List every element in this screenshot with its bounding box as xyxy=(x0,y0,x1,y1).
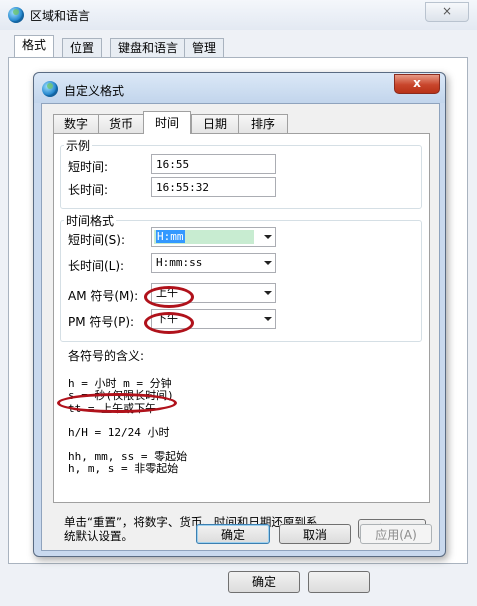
am-symbol-label: AM 符号(M): xyxy=(68,289,139,303)
tab-date[interactable]: 日期 xyxy=(191,114,239,134)
example-group-title: 示例 xyxy=(64,137,93,154)
symbol-meanings-title: 各符号的含义: xyxy=(68,349,145,363)
tab-numbers[interactable]: 数字 xyxy=(53,114,99,134)
pm-symbol-label: PM 符号(P): xyxy=(68,315,135,329)
globe-icon xyxy=(8,7,24,23)
dialog-title: 自定义格式 xyxy=(64,84,125,98)
annotation-circle-tt xyxy=(57,393,177,413)
customize-format-dialog: 自定义格式 x 数字 货币 时间 日期 排序 示例 短时间: 16:55 长时间… xyxy=(33,72,446,557)
example-long-time-field: 16:55:32 xyxy=(151,177,276,197)
tab-time[interactable]: 时间 xyxy=(143,111,191,134)
dialog-ok-button[interactable]: 确定 xyxy=(196,524,270,544)
outer-ok-button[interactable]: 确定 xyxy=(228,571,300,593)
outer-tab-location[interactable]: 位置 xyxy=(62,38,103,58)
dialog-apply-button[interactable]: 应用(A) xyxy=(360,524,432,544)
annotation-circle-pm xyxy=(144,312,194,334)
meaning-line: h, m, s = 非零起始 xyxy=(68,462,179,475)
outer-tab-format[interactable]: 格式 xyxy=(14,35,55,58)
example-long-label: 长时间: xyxy=(68,183,109,197)
tab-currency[interactable]: 货币 xyxy=(98,114,144,134)
chevron-down-icon xyxy=(264,317,272,321)
outer-window-title: 区域和语言 xyxy=(30,9,91,23)
globe-icon xyxy=(42,81,58,97)
close-icon: x xyxy=(413,76,421,90)
chevron-down-icon xyxy=(264,235,272,239)
time-tab-panel: 示例 短时间: 16:55 长时间: 16:55:32 时间格式 短时间(S):… xyxy=(53,133,430,503)
long-time-value: H:mm:ss xyxy=(156,256,203,269)
dialog-close-button[interactable]: x xyxy=(394,74,440,94)
outer-tab-admin[interactable]: 管理 xyxy=(184,38,225,58)
short-time-label: 短时间(S): xyxy=(68,233,126,247)
dialog-titlebar: 自定义格式 x xyxy=(34,73,445,103)
time-format-group-title: 时间格式 xyxy=(64,212,117,229)
close-icon: × xyxy=(441,4,453,18)
chevron-down-icon xyxy=(264,291,272,295)
outer-cancel-button[interactable] xyxy=(308,571,370,593)
example-short-label: 短时间: xyxy=(68,160,109,174)
annotation-circle-am xyxy=(144,286,194,308)
outer-close-button[interactable]: × xyxy=(425,2,469,22)
dialog-cancel-button[interactable]: 取消 xyxy=(279,524,351,544)
chevron-down-icon xyxy=(264,261,272,265)
outer-titlebar: 区域和语言 × xyxy=(0,0,477,30)
dialog-client-area: 数字 货币 时间 日期 排序 示例 短时间: 16:55 长时间: 16:55:… xyxy=(41,103,440,551)
short-time-combobox[interactable]: H:mm xyxy=(151,227,276,247)
meaning-line: h/H = 12/24 小时 xyxy=(68,426,170,439)
long-time-combobox[interactable]: H:mm:ss xyxy=(151,253,276,273)
tab-sort[interactable]: 排序 xyxy=(238,114,288,134)
example-short-time-field: 16:55 xyxy=(151,154,276,174)
reset-description-line: 统默认设置。 xyxy=(64,529,133,543)
short-time-value: H:mm xyxy=(156,230,185,243)
outer-tab-keyboard[interactable]: 键盘和语言 xyxy=(110,38,187,58)
long-time-label: 长时间(L): xyxy=(68,259,125,273)
